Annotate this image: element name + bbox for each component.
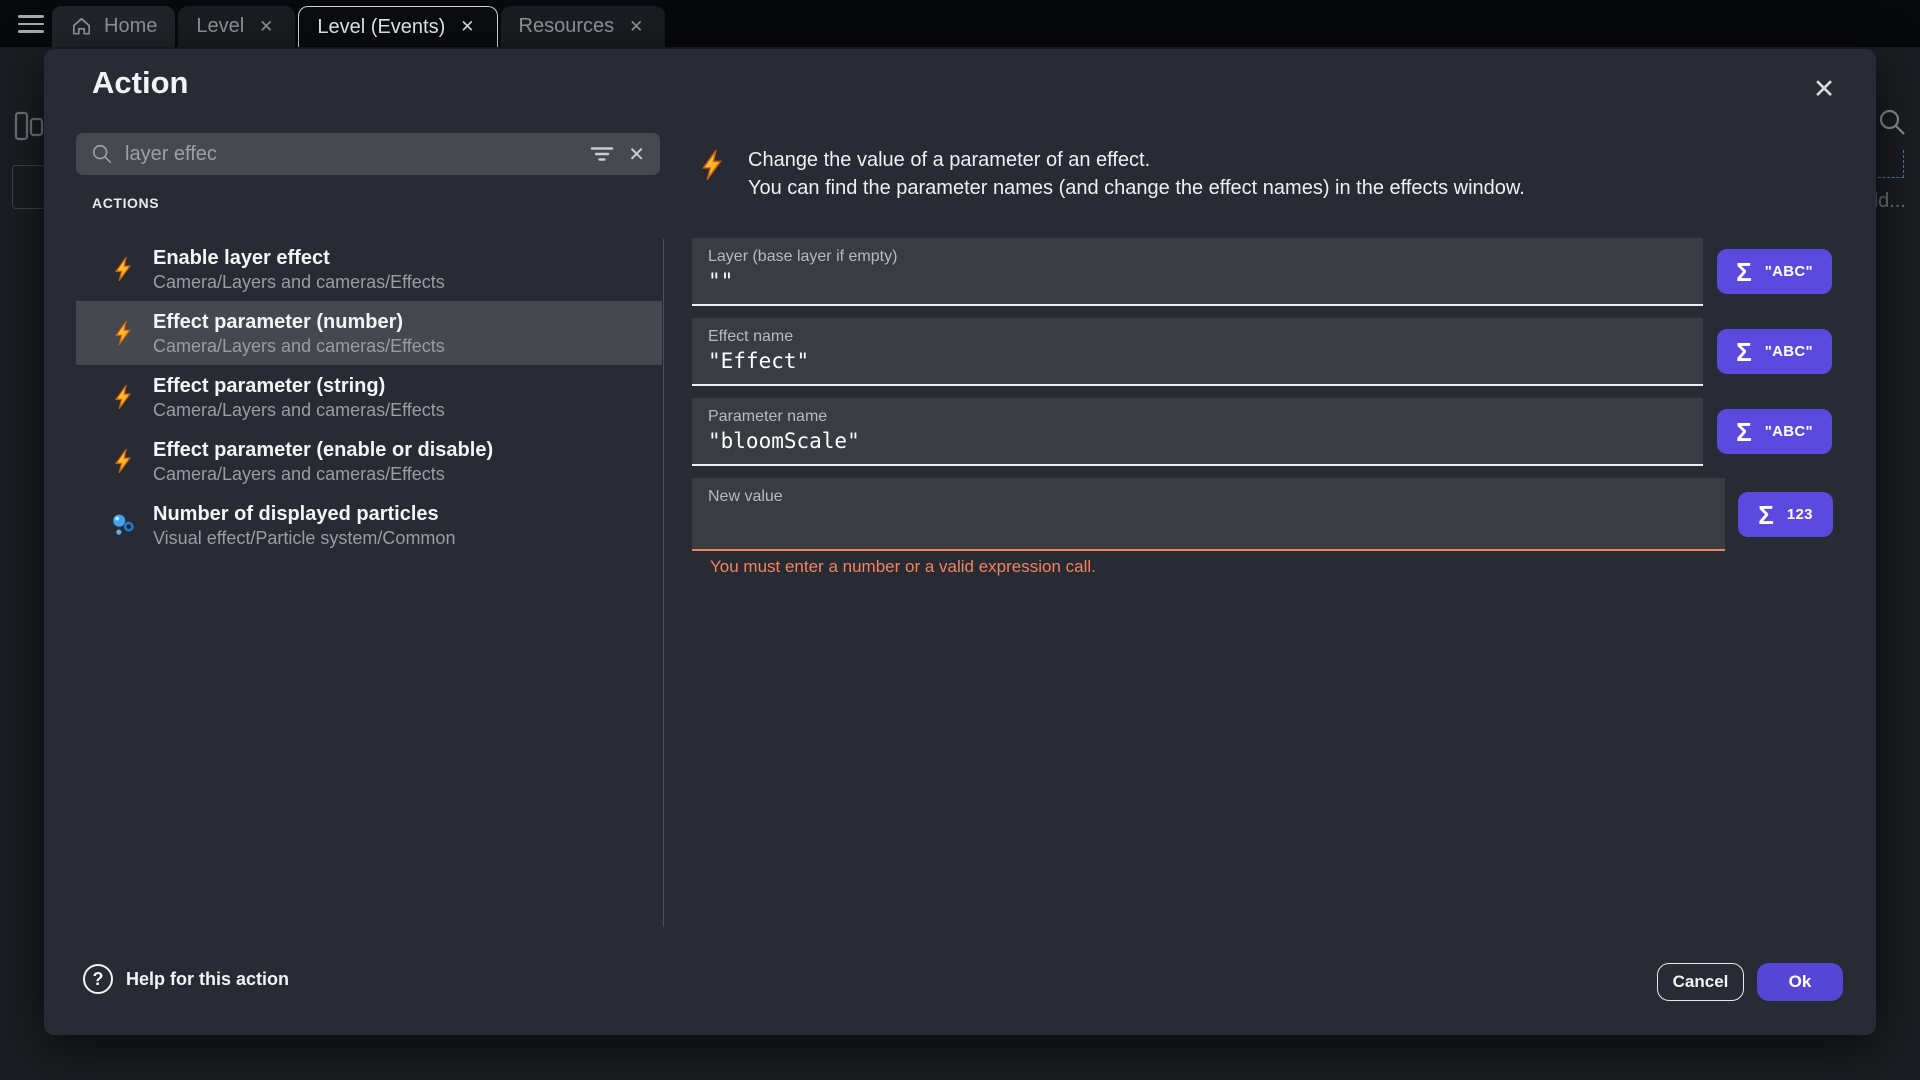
sigma-icon: Σ xyxy=(1736,419,1752,445)
expression-builder-button-abc[interactable]: Σ "ABC" xyxy=(1717,329,1832,374)
cancel-button[interactable]: Cancel xyxy=(1657,963,1744,1001)
objects-panel-icon xyxy=(14,111,44,143)
list-item-title: Effect parameter (number) xyxy=(153,309,445,335)
validation-error-message: You must enter a number or a valid expre… xyxy=(710,557,1096,577)
list-item-title: Enable layer effect xyxy=(153,245,445,271)
action-dialog: Action ✕ ✕ ACTIONS Enable layer effect C… xyxy=(44,49,1876,1035)
filter-icon[interactable] xyxy=(590,142,614,166)
panel-divider xyxy=(663,239,664,927)
dialog-title: Action xyxy=(92,65,188,101)
list-item-title: Effect parameter (string) xyxy=(153,373,445,399)
field-label: New value xyxy=(708,488,1709,506)
particles-icon xyxy=(109,512,136,538)
list-item-number-displayed-particles[interactable]: Number of displayed particles Visual eff… xyxy=(76,493,662,557)
search-icon[interactable] xyxy=(1877,107,1907,137)
tab-level-events[interactable]: Level (Events) ✕ xyxy=(298,6,497,47)
hamburger-menu-icon[interactable] xyxy=(18,15,44,33)
help-link[interactable]: ? Help for this action xyxy=(83,964,289,994)
search-icon xyxy=(91,143,113,165)
action-search-box[interactable]: ✕ xyxy=(76,133,660,175)
list-item-path: Visual effect/Particle system/Common xyxy=(153,527,455,550)
tab-strip: Home Level ✕ Level (Events) ✕ Resources … xyxy=(52,6,668,47)
lightning-bolt-icon xyxy=(109,256,136,282)
expression-builder-button-abc[interactable]: Σ "ABC" xyxy=(1717,409,1832,454)
lightning-bolt-icon xyxy=(109,384,136,410)
effect-name-field[interactable]: Effect name "Effect" xyxy=(692,318,1703,386)
search-input[interactable] xyxy=(125,143,575,166)
toolbar-button-outline xyxy=(12,165,46,209)
action-description: Change the value of a parameter of an ef… xyxy=(748,146,1848,174)
actions-section-header: ACTIONS xyxy=(92,195,159,211)
top-bar: Home Level ✕ Level (Events) ✕ Resources … xyxy=(0,0,1920,47)
list-item-path: Camera/Layers and cameras/Effects xyxy=(153,335,445,358)
help-label: Help for this action xyxy=(126,969,289,990)
lightning-bolt-icon xyxy=(696,146,728,184)
field-label: Parameter name xyxy=(708,408,1687,426)
sigma-icon: Σ xyxy=(1736,339,1752,365)
list-item-effect-parameter-string[interactable]: Effect parameter (string) Camera/Layers … xyxy=(76,365,662,429)
home-icon xyxy=(70,15,93,38)
tab-label: Resources xyxy=(519,15,615,38)
expression-builder-button-123[interactable]: Σ 123 xyxy=(1738,492,1833,537)
list-item-path: Camera/Layers and cameras/Effects xyxy=(153,271,445,294)
field-value[interactable]: "bloomScale" xyxy=(708,429,1687,453)
clear-search-icon[interactable]: ✕ xyxy=(628,142,645,167)
field-value[interactable]: "" xyxy=(708,269,1687,293)
parameter-name-field[interactable]: Parameter name "bloomScale" xyxy=(692,398,1703,466)
list-item-title: Effect parameter (enable or disable) xyxy=(153,437,493,463)
list-item-path: Camera/Layers and cameras/Effects xyxy=(153,463,493,486)
tab-label: Level (Events) xyxy=(317,16,445,39)
list-item-effect-parameter-enable[interactable]: Effect parameter (enable or disable) Cam… xyxy=(76,429,662,493)
tab-label: Level xyxy=(196,15,244,38)
field-value[interactable]: "Effect" xyxy=(708,349,1687,373)
tab-close-icon[interactable]: ✕ xyxy=(625,15,647,39)
list-item-enable-layer-effect[interactable]: Enable layer effect Camera/Layers and ca… xyxy=(76,237,662,301)
drop-target-dashed-outline xyxy=(1878,150,1904,178)
dialog-close-icon[interactable]: ✕ xyxy=(1804,69,1844,109)
tab-resources[interactable]: Resources ✕ xyxy=(501,6,666,47)
list-item-path: Camera/Layers and cameras/Effects xyxy=(153,399,445,422)
sigma-icon: Σ xyxy=(1758,502,1774,528)
new-value-field[interactable]: New value xyxy=(692,478,1725,551)
tab-home[interactable]: Home xyxy=(52,6,175,47)
tab-label: Home xyxy=(104,15,157,38)
ok-button[interactable]: Ok xyxy=(1757,963,1843,1001)
tab-close-icon[interactable]: ✕ xyxy=(456,15,478,39)
field-label: Effect name xyxy=(708,328,1687,346)
help-icon: ? xyxy=(83,964,113,994)
list-item-title: Number of displayed particles xyxy=(153,501,455,527)
lightning-bolt-icon xyxy=(109,320,136,346)
lightning-bolt-icon xyxy=(109,448,136,474)
list-item-effect-parameter-number[interactable]: Effect parameter (number) Camera/Layers … xyxy=(76,301,662,365)
action-description-hint: You can find the parameter names (and ch… xyxy=(748,174,1848,202)
layer-field[interactable]: Layer (base layer if empty) "" xyxy=(692,238,1703,306)
sigma-icon: Σ xyxy=(1736,259,1752,285)
tab-level[interactable]: Level ✕ xyxy=(178,6,295,47)
expression-builder-button-abc[interactable]: Σ "ABC" xyxy=(1717,249,1832,294)
field-label: Layer (base layer if empty) xyxy=(708,248,1687,266)
tab-close-icon[interactable]: ✕ xyxy=(255,15,277,39)
